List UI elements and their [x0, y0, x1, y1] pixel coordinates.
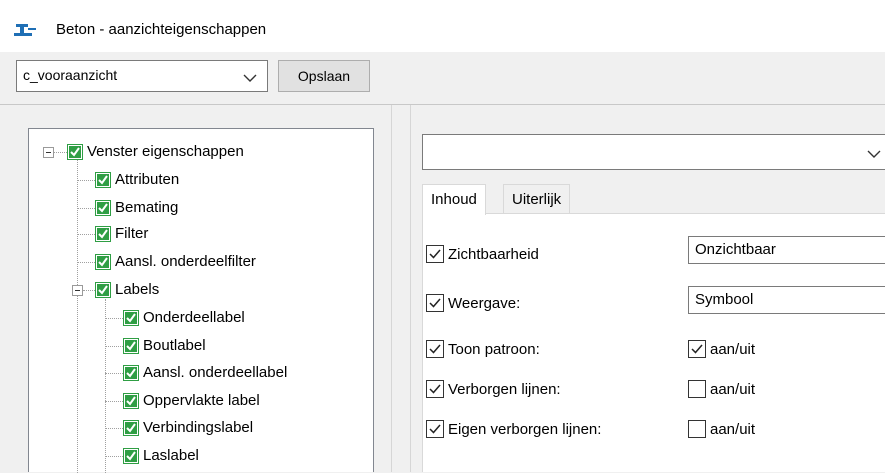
checkbox-checked-icon[interactable]	[67, 144, 83, 160]
verborgen-lijnen-checkbox[interactable]	[426, 380, 444, 398]
eigen-verborgen-lijnen-checkbox[interactable]	[426, 420, 444, 438]
toon-patroon-toggle-checkbox[interactable]	[688, 340, 706, 358]
checkmark-icon	[429, 424, 441, 434]
tree-connector	[105, 346, 123, 347]
verborgen-lijnen-toggle-checkbox[interactable]	[688, 380, 706, 398]
tree-connector	[105, 401, 123, 402]
property-label: Zichtbaarheid	[448, 246, 539, 263]
tree-connector	[105, 428, 123, 429]
view-select-value: c_vooraanzicht	[23, 67, 118, 83]
checkbox-checked-icon[interactable]	[95, 200, 111, 216]
checkbox-checked-icon[interactable]	[95, 226, 111, 242]
checkbox-checked-icon[interactable]	[123, 310, 139, 326]
tree-connector	[83, 290, 95, 291]
chevron-down-icon	[243, 74, 257, 82]
checkmark-icon	[691, 344, 703, 354]
tree-connector	[53, 152, 67, 153]
checkmark-icon	[429, 249, 441, 259]
properties-tree[interactable]: Venster eigenschappen Attributen Bematin…	[28, 128, 374, 473]
tree-item-label: Venster eigenschappen	[87, 143, 244, 160]
zichtbaarheid-checkbox[interactable]	[426, 245, 444, 263]
tree-item-label: Bemating	[115, 199, 179, 216]
tree-item-label: Filter	[115, 225, 149, 242]
checkbox-checked-icon[interactable]	[123, 338, 139, 354]
tree-connector	[77, 180, 95, 181]
tree-item-label: Verbindingslabel	[143, 419, 254, 436]
checkbox-checked-icon[interactable]	[123, 420, 139, 436]
tree-item-label: Onderdeellabel	[143, 309, 245, 326]
zichtbaarheid-value-field[interactable]: Onzichtbaar	[688, 236, 885, 264]
tab-inhoud[interactable]: Inhoud	[422, 184, 486, 215]
chevron-down-icon	[867, 150, 881, 158]
toggle-label: aan/uit	[710, 341, 756, 358]
tree-item-label: Aansl. onderdeellabel	[143, 364, 288, 381]
save-button[interactable]: Opslaan	[278, 60, 370, 92]
weergave-value-field[interactable]: Symbool	[688, 286, 885, 314]
checkbox-checked-icon[interactable]	[95, 282, 111, 298]
toggle-label: aan/uit	[710, 421, 756, 438]
checkmark-icon	[429, 298, 441, 308]
tree-item-label: Attributen	[115, 171, 180, 188]
toggle-label: aan/uit	[710, 381, 756, 398]
tree-connector	[77, 208, 95, 209]
tree-connector	[105, 456, 123, 457]
tree-item-label: Laslabel	[143, 447, 199, 464]
tree-connector	[105, 318, 123, 319]
property-label: Eigen verborgen lijnen:	[448, 421, 602, 438]
tree-item-label: Oppervlakte label	[143, 392, 260, 409]
property-label: Weergave:	[448, 295, 521, 312]
collapse-icon[interactable]	[72, 285, 83, 296]
property-label: Verborgen lijnen:	[448, 381, 561, 398]
collapse-icon[interactable]	[43, 147, 54, 158]
weergave-checkbox[interactable]	[426, 294, 444, 312]
toon-patroon-checkbox[interactable]	[426, 340, 444, 358]
checkbox-checked-icon[interactable]	[123, 448, 139, 464]
window-title: Beton - aanzichteigenschappen	[56, 21, 267, 38]
tree-connector	[77, 155, 78, 473]
property-label: Toon patroon:	[448, 341, 540, 358]
tree-item-label: Aansl. onderdeelfilter	[115, 253, 256, 270]
checkbox-checked-icon[interactable]	[95, 254, 111, 270]
tree-connector	[105, 299, 106, 473]
checkmark-icon	[429, 344, 441, 354]
tree-connector	[77, 234, 95, 235]
checkbox-checked-icon[interactable]	[95, 172, 111, 188]
tree-item-label: Labels	[115, 281, 160, 298]
tree-item-label: Boutlabel	[143, 337, 206, 354]
tab-uiterlijk[interactable]: Uiterlijk	[503, 184, 571, 214]
category-select[interactable]	[422, 134, 885, 170]
tree-connector	[105, 373, 123, 374]
checkmark-icon	[429, 384, 441, 394]
view-select[interactable]: c_vooraanzicht	[16, 60, 268, 92]
checkbox-checked-icon[interactable]	[123, 393, 139, 409]
checkbox-checked-icon[interactable]	[123, 365, 139, 381]
tree-connector	[77, 262, 95, 263]
eigen-verborgen-lijnen-toggle-checkbox[interactable]	[688, 420, 706, 438]
title-bar: Beton - aanzichteigenschappen	[0, 0, 885, 52]
app-icon	[14, 24, 36, 36]
